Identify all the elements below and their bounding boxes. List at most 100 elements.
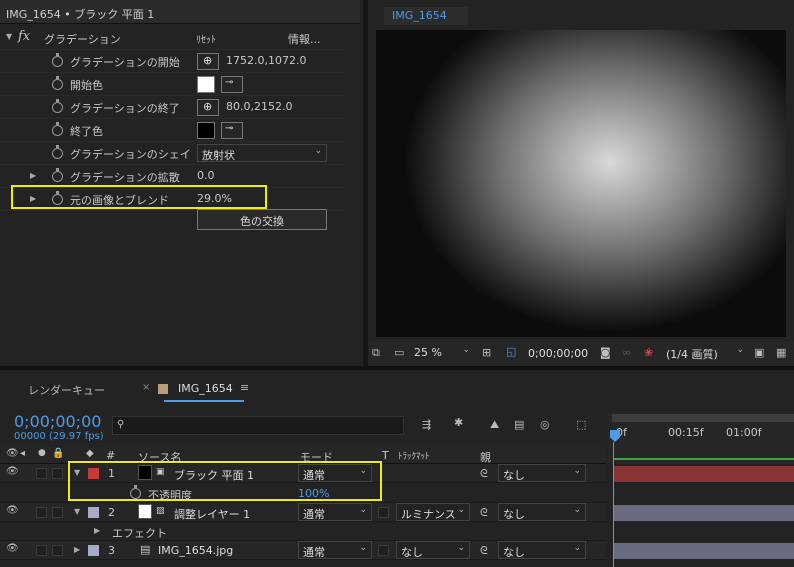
panel-menu-icon[interactable]: ≡ bbox=[240, 381, 249, 394]
close-tab-icon[interactable]: × bbox=[142, 382, 150, 393]
mode-dropdown[interactable]: 通常 ⌄ bbox=[298, 503, 372, 521]
shy-layers-icon[interactable]: ⛰ bbox=[490, 418, 499, 432]
viewer-timecode[interactable]: 0;00;00;00 bbox=[528, 347, 588, 360]
solo-toggle[interactable] bbox=[36, 545, 47, 556]
eyedropper-icon[interactable]: ⊸ bbox=[221, 122, 243, 139]
expand-triangle-icon[interactable]: ▼ bbox=[74, 507, 80, 516]
effect-controls-title: IMG_1654 • ブラック 平面 1 bbox=[6, 8, 155, 21]
eye-icon[interactable]: 👁 bbox=[6, 543, 19, 554]
layer-row-2[interactable]: 👁 ▼ 2 ▨ 調整レイヤー 1 通常 ⌄ ルミナンス ⌄ ᘓ なし ⌄ bbox=[0, 503, 606, 522]
pickwhip-icon[interactable]: ᘓ bbox=[480, 506, 488, 520]
stopwatch-icon[interactable] bbox=[52, 99, 63, 113]
region-of-interest-icon[interactable]: ▣ bbox=[754, 346, 764, 359]
parent-dropdown[interactable]: なし ⌄ bbox=[498, 464, 586, 482]
eye-icon[interactable]: 👁 bbox=[6, 448, 19, 459]
label-color-swatch[interactable] bbox=[88, 507, 99, 518]
composition-canvas[interactable] bbox=[376, 30, 786, 337]
fx-icon[interactable]: fx bbox=[18, 29, 30, 44]
shape-dropdown[interactable]: 放射状 ⌄ bbox=[197, 144, 327, 162]
expand-triangle-icon[interactable]: ▼ bbox=[6, 32, 12, 41]
start-color-swatch[interactable] bbox=[197, 76, 215, 93]
layer-name[interactable]: 調整レイヤー 1 bbox=[174, 506, 250, 522]
label-icon[interactable]: ◆ bbox=[86, 448, 94, 459]
stopwatch-icon[interactable] bbox=[52, 122, 63, 136]
resolution-dropdown[interactable]: (1/4 画質) ⌄ bbox=[662, 344, 748, 362]
monitor-icon[interactable]: ▭ bbox=[394, 346, 404, 359]
swap-colors-button[interactable]: 色の交換 bbox=[197, 209, 327, 230]
mask-visibility-icon[interactable]: ◱ bbox=[506, 345, 516, 358]
channel-icon[interactable]: ∞ bbox=[622, 346, 631, 359]
layer-bar-3[interactable] bbox=[614, 543, 794, 559]
parent-dropdown[interactable]: なし ⌄ bbox=[498, 541, 586, 559]
graph-editor-icon[interactable]: ⬚ bbox=[576, 418, 586, 431]
work-area-bar[interactable] bbox=[612, 414, 794, 422]
lock-toggle[interactable] bbox=[52, 545, 63, 556]
viewer-tab[interactable]: IMG_1654 bbox=[384, 7, 468, 25]
expand-triangle-icon[interactable]: ▶ bbox=[94, 526, 100, 535]
col-parent[interactable]: 親 bbox=[480, 449, 491, 465]
lock-toggle[interactable] bbox=[52, 507, 63, 518]
camera-icon[interactable]: ◙ bbox=[600, 346, 611, 359]
label-color-swatch[interactable] bbox=[88, 545, 99, 556]
ruler-tick: 00:15f bbox=[668, 426, 704, 439]
effect-group-row: ▶ エフェクト bbox=[0, 522, 606, 541]
end-point-value[interactable]: 80.0,2152.0 bbox=[226, 100, 292, 113]
stopwatch-icon[interactable] bbox=[52, 168, 63, 182]
time-ruler[interactable]: 0f 00:15f 01:00f bbox=[608, 412, 794, 464]
solo-toggle[interactable] bbox=[36, 468, 47, 479]
playhead-icon[interactable] bbox=[610, 430, 620, 442]
chevron-down-icon: ⌄ bbox=[573, 505, 581, 515]
panel-divider[interactable] bbox=[363, 0, 368, 366]
audio-icon[interactable]: ◂ bbox=[20, 448, 25, 459]
end-color-swatch[interactable] bbox=[197, 122, 215, 139]
solo-toggle[interactable] bbox=[36, 507, 47, 518]
start-point-value[interactable]: 1752.0,1072.0 bbox=[226, 54, 306, 67]
lock-toggle[interactable] bbox=[52, 468, 63, 479]
trackmatte-dropdown[interactable]: ルミナンス ⌄ bbox=[396, 503, 470, 521]
layer-row-3[interactable]: 👁 ▶ 3 ▤ IMG_1654.jpg 通常 ⌄ なし ⌄ ᘓ なし ⌄ bbox=[0, 541, 606, 560]
timeline-timecode[interactable]: 0;00;00;00 bbox=[14, 412, 101, 431]
motion-blur-icon[interactable]: ◎ bbox=[540, 418, 550, 431]
col-trackmatte[interactable]: ﾄﾗｯｸﾏｯﾄ bbox=[398, 449, 430, 462]
grid-icon[interactable]: ⊞ bbox=[482, 346, 491, 359]
layer-bar-2[interactable] bbox=[614, 505, 794, 521]
lock-icon[interactable]: 🔒 bbox=[52, 448, 64, 459]
effect-controls-panel: IMG_1654 • ブラック 平面 1 ▼ fx グラデーション ﾘｾｯﾄ 情… bbox=[0, 0, 368, 366]
crosshair-icon[interactable]: ⊕ bbox=[197, 99, 219, 116]
timeline-search-input[interactable]: ⚲ bbox=[112, 416, 404, 435]
stopwatch-icon[interactable] bbox=[52, 76, 63, 90]
draft-3d-icon[interactable]: ✱ bbox=[454, 416, 463, 429]
keyframe-marker[interactable]: I bbox=[612, 486, 615, 499]
pickwhip-icon[interactable]: ᘓ bbox=[480, 467, 488, 481]
zoom-dropdown[interactable]: 25 % ⌄ bbox=[410, 344, 474, 362]
tab-render-queue[interactable]: レンダーキュー bbox=[28, 382, 105, 398]
info-link[interactable]: 情報... bbox=[288, 31, 321, 47]
eye-icon[interactable]: 👁 bbox=[6, 466, 19, 477]
pickwhip-icon[interactable]: ᘓ bbox=[480, 544, 488, 558]
eye-icon[interactable]: 👁 bbox=[6, 505, 19, 516]
expand-triangle-icon[interactable]: ▶ bbox=[30, 171, 36, 180]
parent-dropdown[interactable]: なし ⌄ bbox=[498, 503, 586, 521]
eyedropper-icon[interactable]: ⊸ bbox=[221, 76, 243, 93]
mode-dropdown[interactable]: 通常 ⌄ bbox=[298, 541, 372, 559]
trackmatte-dropdown[interactable]: なし ⌄ bbox=[396, 541, 470, 559]
crosshair-icon[interactable]: ⊕ bbox=[197, 53, 219, 70]
effect-row-gradient[interactable]: ▼ fx グラデーション ﾘｾｯﾄ 情報... bbox=[0, 27, 344, 50]
always-preview-icon[interactable]: ⧉ bbox=[372, 346, 380, 360]
preserve-transparency-toggle[interactable] bbox=[378, 545, 389, 556]
scatter-value[interactable]: 0.0 bbox=[197, 169, 215, 182]
layer-name[interactable]: IMG_1654.jpg bbox=[158, 544, 233, 557]
layer-bar-1[interactable] bbox=[614, 466, 794, 482]
prop-row-end: グラデーションの終了 ⊕ 80.0,2152.0 bbox=[0, 96, 344, 119]
color-channels-icon[interactable]: ❀ bbox=[644, 346, 653, 359]
tab-comp[interactable]: IMG_1654 bbox=[178, 382, 233, 395]
transparency-grid-icon[interactable]: ▦ bbox=[776, 346, 786, 359]
composition-mini-flowchart-icon[interactable]: ⇶ bbox=[422, 418, 431, 431]
reset-link[interactable]: ﾘｾｯﾄ bbox=[196, 31, 216, 46]
frame-blending-icon[interactable]: ▤ bbox=[514, 418, 524, 431]
stopwatch-icon[interactable] bbox=[52, 145, 63, 159]
expand-triangle-icon[interactable]: ▶ bbox=[74, 545, 80, 554]
stopwatch-icon[interactable] bbox=[52, 53, 63, 67]
solo-icon[interactable]: ● bbox=[38, 448, 46, 458]
preserve-transparency-toggle[interactable] bbox=[378, 507, 389, 518]
